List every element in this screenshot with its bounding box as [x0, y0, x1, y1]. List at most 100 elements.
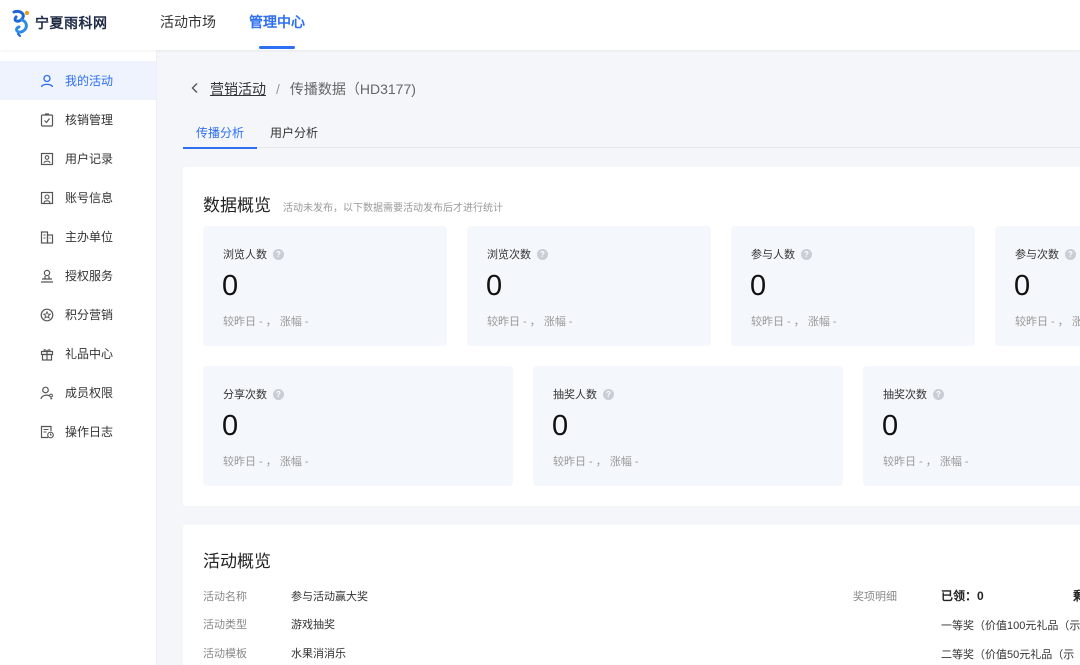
- brand-logo[interactable]: 宁夏雨科网: [10, 8, 108, 38]
- section-title: 活动概览: [203, 552, 271, 571]
- stat-compare: 较昨日 - ， 涨幅 -: [883, 456, 969, 468]
- stat-compare: 较昨日 - ， 涨幅 -: [553, 456, 639, 468]
- stat-card-views: 浏览次数? 0 较昨日 - ， 涨幅 -: [467, 226, 711, 346]
- top-header: 宁夏雨科网 活动市场 管理中心: [0, 0, 1080, 50]
- tab-bar: 传播分析 用户分析: [183, 120, 1080, 149]
- prize-first: 一等奖（价值100元礼品（示: [941, 620, 1080, 632]
- stat-value: 0: [882, 410, 899, 442]
- stat-label: 参与人数: [751, 249, 795, 261]
- stat-card-lottery-draws: 抽奖次数? 0 较昨日 - ， 涨幅 -: [863, 366, 1080, 486]
- activity-overview-card: 活动概览 活动名称 参与活动赢大奖 活动类型 游戏抽奖 活动模板 水果消消乐 奖…: [183, 525, 1080, 665]
- sidebar-item-label: 礼品中心: [65, 347, 114, 361]
- help-icon[interactable]: ?: [273, 388, 284, 400]
- help-icon[interactable]: ?: [537, 248, 548, 260]
- stat-label: 分享次数: [223, 389, 267, 401]
- sidebar: 我的活动 核销管理 用户记录 账号信息 主办单位 授权服务 积分营销 礼品中心 …: [0, 50, 157, 665]
- stat-value: 0: [222, 410, 239, 442]
- stat-card-shares: 分享次数? 0 较昨日 - ， 涨幅 -: [203, 366, 513, 486]
- field-value: 水果消消乐: [291, 648, 346, 660]
- stat-compare: 较昨日 - ， 涨幅 -: [487, 316, 573, 328]
- stat-label: 浏览次数: [487, 249, 531, 261]
- sidebar-item-label: 授权服务: [65, 269, 114, 283]
- brand-logo-icon: [12, 10, 30, 37]
- help-icon[interactable]: ?: [1065, 248, 1076, 260]
- sidebar-item-label: 我的活动: [65, 74, 114, 88]
- field-activity-type: 活动类型: [203, 616, 247, 632]
- sidebar-item-member-permissions[interactable]: 成员权限: [0, 373, 156, 412]
- stat-label: 抽奖次数: [883, 389, 927, 401]
- gift-icon: [40, 347, 54, 361]
- prize-second: 二等奖（价值50元礼品（示: [941, 649, 1075, 661]
- tab-spread-analysis[interactable]: 传播分析: [183, 120, 258, 149]
- field-label: 奖项明细: [853, 591, 897, 603]
- field-label: 活动模板: [203, 648, 247, 660]
- nav-activity-market[interactable]: 活动市场: [160, 0, 216, 50]
- stat-label: 参与次数: [1015, 249, 1059, 261]
- breadcrumb-link-marketing[interactable]: 营销活动: [210, 79, 266, 99]
- section-title: 数据概览: [203, 196, 271, 215]
- account-icon: [40, 191, 54, 205]
- sidebar-item-verification[interactable]: 核销管理: [0, 100, 156, 139]
- brand-name: 宁夏雨科网: [35, 16, 108, 32]
- help-icon[interactable]: ?: [273, 248, 284, 260]
- breadcrumb: 营销活动 / 传播数据（HD3177): [190, 80, 416, 98]
- stat-card-lottery-users: 抽奖人数? 0 较昨日 - ， 涨幅 -: [533, 366, 843, 486]
- activity-overview-header: 活动概览: [203, 547, 271, 572]
- prize-remaining-label: 剩: [1073, 589, 1080, 603]
- help-icon[interactable]: ?: [603, 388, 614, 400]
- sidebar-item-account-info[interactable]: 账号信息: [0, 178, 156, 217]
- sidebar-item-points-marketing[interactable]: 积分营销: [0, 295, 156, 334]
- stat-label: 浏览人数: [223, 249, 267, 261]
- field-label: 活动名称: [203, 591, 247, 603]
- field-activity-template-value: 水果消消乐: [291, 645, 346, 661]
- data-overview-card: 数据概览 活动未发布，以下数据需要活动发布后才进行统计 浏览人数? 0 较昨日 …: [183, 167, 1080, 506]
- field-value: 参与活动赢大奖: [291, 591, 368, 603]
- chevron-left-icon[interactable]: [190, 82, 204, 97]
- field-activity-template: 活动模板: [203, 645, 247, 661]
- log-icon: [40, 425, 54, 439]
- sidebar-item-authorization[interactable]: 授权服务: [0, 256, 156, 295]
- data-overview-header: 数据概览 活动未发布，以下数据需要活动发布后才进行统计: [203, 191, 503, 216]
- sidebar-item-label: 主办单位: [65, 230, 114, 244]
- sidebar-item-organizer[interactable]: 主办单位: [0, 217, 156, 256]
- sidebar-item-operation-log[interactable]: 操作日志: [0, 412, 156, 451]
- authorize-icon: [40, 269, 54, 283]
- member-key-icon: [40, 386, 54, 400]
- prize-claimed-count: 已领：0: [941, 589, 984, 603]
- sidebar-item-my-activities[interactable]: 我的活动: [0, 61, 156, 100]
- breadcrumb-current: 传播数据（HD3177): [289, 81, 416, 97]
- stat-compare: 较昨日 - ， 涨幅 -: [223, 456, 309, 468]
- stat-card-participants: 参与人数? 0 较昨日 - ， 涨幅 -: [731, 226, 975, 346]
- sidebar-item-user-records[interactable]: 用户记录: [0, 139, 156, 178]
- user-record-icon: [40, 152, 54, 166]
- stat-card-visitors: 浏览人数? 0 较昨日 - ， 涨幅 -: [203, 226, 447, 346]
- stat-value: 0: [486, 270, 503, 302]
- sidebar-item-label: 成员权限: [65, 386, 114, 400]
- field-activity-name-value: 参与活动赢大奖: [291, 588, 368, 604]
- breadcrumb-separator: /: [276, 81, 280, 97]
- field-label: 活动类型: [203, 619, 247, 631]
- prize-detail-label: 奖项明细: [853, 588, 897, 604]
- user-icon: [40, 74, 54, 88]
- stat-compare: 较昨日 - ， 涨幅 -: [223, 316, 309, 328]
- sidebar-item-gift-center[interactable]: 礼品中心: [0, 334, 156, 373]
- top-nav: 活动市场 管理中心: [160, 0, 338, 50]
- sidebar-item-label: 核销管理: [65, 113, 114, 127]
- sidebar-item-label: 用户记录: [65, 152, 114, 166]
- stat-compare: 较昨日 - ， 涨幅 -: [1015, 316, 1080, 328]
- building-icon: [40, 230, 54, 244]
- help-icon[interactable]: ?: [801, 248, 812, 260]
- field-value: 游戏抽奖: [291, 619, 335, 631]
- verify-icon: [40, 112, 54, 127]
- nav-management-center[interactable]: 管理中心: [249, 0, 305, 50]
- stat-label: 抽奖人数: [553, 389, 597, 401]
- tab-user-analysis[interactable]: 用户分析: [257, 120, 331, 148]
- sidebar-item-label: 操作日志: [65, 425, 114, 439]
- help-icon[interactable]: ?: [933, 388, 944, 400]
- stat-card-participations: 参与次数? 0 较昨日 - ， 涨幅 -: [995, 226, 1080, 346]
- field-activity-type-value: 游戏抽奖: [291, 616, 335, 632]
- stat-value: 0: [750, 270, 767, 302]
- sidebar-item-label: 积分营销: [65, 308, 114, 322]
- stat-value: 0: [552, 410, 569, 442]
- unpublished-hint: 活动未发布，以下数据需要活动发布后才进行统计: [283, 203, 503, 214]
